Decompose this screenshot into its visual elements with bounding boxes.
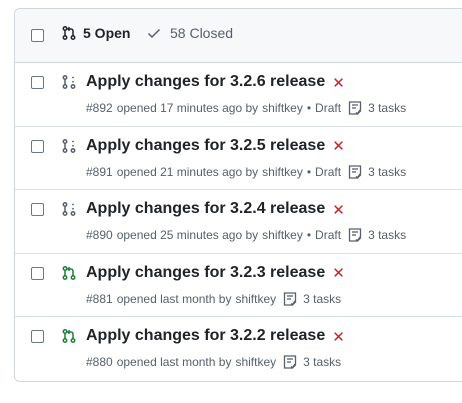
tasks-indicator[interactable]: 3 tasks <box>282 291 341 307</box>
separator-dot: • <box>306 101 312 115</box>
draft-label: Draft <box>315 228 342 242</box>
pull-request-list: 5 Open 58 Closed Apply changes for 3.2.6… <box>14 8 462 382</box>
tasks-indicator[interactable]: 3 tasks <box>347 227 406 243</box>
open-pull-request-icon <box>61 328 77 344</box>
pull-request-meta: #890 opened 25 minutes ago by shiftkey •… <box>86 227 406 243</box>
open-filter-link[interactable]: 5 Open <box>61 25 130 41</box>
tasklist-icon <box>347 164 363 180</box>
pull-request-number: #880 <box>86 355 113 369</box>
pull-request-row: Apply changes for 3.2.4 release ✕ #890 o… <box>15 190 462 254</box>
x-icon[interactable]: ✕ <box>332 139 345 154</box>
pull-request-meta: #881 opened last month by shiftkey 3 tas… <box>86 291 341 307</box>
opened-text: opened 21 minutes ago by <box>116 164 259 179</box>
row-checkbox[interactable] <box>31 266 44 280</box>
separator-dot: • <box>306 228 312 242</box>
x-icon[interactable]: ✕ <box>332 203 345 218</box>
closed-filter-link[interactable]: 58 Closed <box>146 25 233 41</box>
pull-request-number: #881 <box>86 291 113 306</box>
draft-pull-request-icon <box>61 74 77 90</box>
open-count-label: 5 Open <box>83 25 131 41</box>
x-icon[interactable]: ✕ <box>332 266 345 281</box>
tasks-label: 3 tasks <box>303 355 342 369</box>
author-link[interactable]: shiftkey <box>262 101 303 115</box>
draft-pull-request-icon <box>61 138 77 154</box>
tasks-indicator[interactable]: 3 tasks <box>347 164 406 180</box>
author-link[interactable]: shiftkey <box>235 292 276 306</box>
pull-request-title[interactable]: Apply changes for 3.2.4 release <box>86 200 325 218</box>
tasklist-icon <box>282 354 298 370</box>
author-link[interactable]: shiftkey <box>262 165 303 179</box>
tasklist-icon <box>347 227 363 243</box>
pull-request-row: Apply changes for 3.2.3 release ✕ #881 o… <box>15 254 462 317</box>
row-checkbox[interactable] <box>31 139 44 153</box>
tasklist-icon <box>347 100 363 116</box>
tasks-indicator[interactable]: 3 tasks <box>347 100 406 116</box>
author-link[interactable]: shiftkey <box>262 228 303 242</box>
tasks-label: 3 tasks <box>368 101 407 115</box>
list-header: 5 Open 58 Closed <box>15 9 462 63</box>
pull-request-meta: #892 opened 17 minutes ago by shiftkey •… <box>86 100 406 116</box>
x-icon[interactable]: ✕ <box>332 76 345 91</box>
opened-text: opened 17 minutes ago by <box>116 101 259 115</box>
pull-request-row: Apply changes for 3.2.2 release ✕ #880 o… <box>15 317 462 381</box>
draft-pull-request-icon <box>61 201 77 217</box>
pull-request-number: #890 <box>86 228 113 242</box>
tasks-label: 3 tasks <box>303 291 342 306</box>
pull-request-number: #892 <box>86 101 113 115</box>
draft-label: Draft <box>315 101 342 115</box>
x-icon[interactable]: ✕ <box>332 330 345 345</box>
row-checkbox[interactable] <box>31 76 44 89</box>
opened-text: opened 25 minutes ago by <box>116 228 259 242</box>
separator-dot: • <box>306 164 312 179</box>
row-checkbox[interactable] <box>31 203 44 216</box>
author-link[interactable]: shiftkey <box>235 355 276 369</box>
tasks-indicator[interactable]: 3 tasks <box>282 354 341 370</box>
tasks-label: 3 tasks <box>368 164 407 179</box>
check-icon <box>146 25 162 41</box>
opened-text: opened last month by <box>116 355 232 369</box>
pull-request-icon <box>61 25 77 41</box>
pull-request-title[interactable]: Apply changes for 3.2.5 release <box>86 137 325 155</box>
tasklist-icon <box>282 291 298 307</box>
opened-text: opened last month by <box>116 291 232 306</box>
pull-request-row: Apply changes for 3.2.5 release ✕ #891 o… <box>15 127 462 190</box>
row-checkbox[interactable] <box>31 330 44 343</box>
pull-request-meta: #880 opened last month by shiftkey 3 tas… <box>86 354 341 370</box>
open-pull-request-icon <box>61 265 77 281</box>
tasks-label: 3 tasks <box>368 228 407 242</box>
pull-request-title[interactable]: Apply changes for 3.2.6 release <box>86 73 325 91</box>
select-all-checkbox[interactable] <box>31 29 44 42</box>
pull-request-number: #891 <box>86 164 113 179</box>
pull-request-meta: #891 opened 21 minutes ago by shiftkey •… <box>86 164 406 180</box>
draft-label: Draft <box>315 164 342 179</box>
pull-request-row: Apply changes for 3.2.6 release ✕ #892 o… <box>15 63 462 127</box>
pull-request-title[interactable]: Apply changes for 3.2.3 release <box>86 264 325 282</box>
closed-count-label: 58 Closed <box>170 25 234 41</box>
pull-request-title[interactable]: Apply changes for 3.2.2 release <box>86 327 325 345</box>
